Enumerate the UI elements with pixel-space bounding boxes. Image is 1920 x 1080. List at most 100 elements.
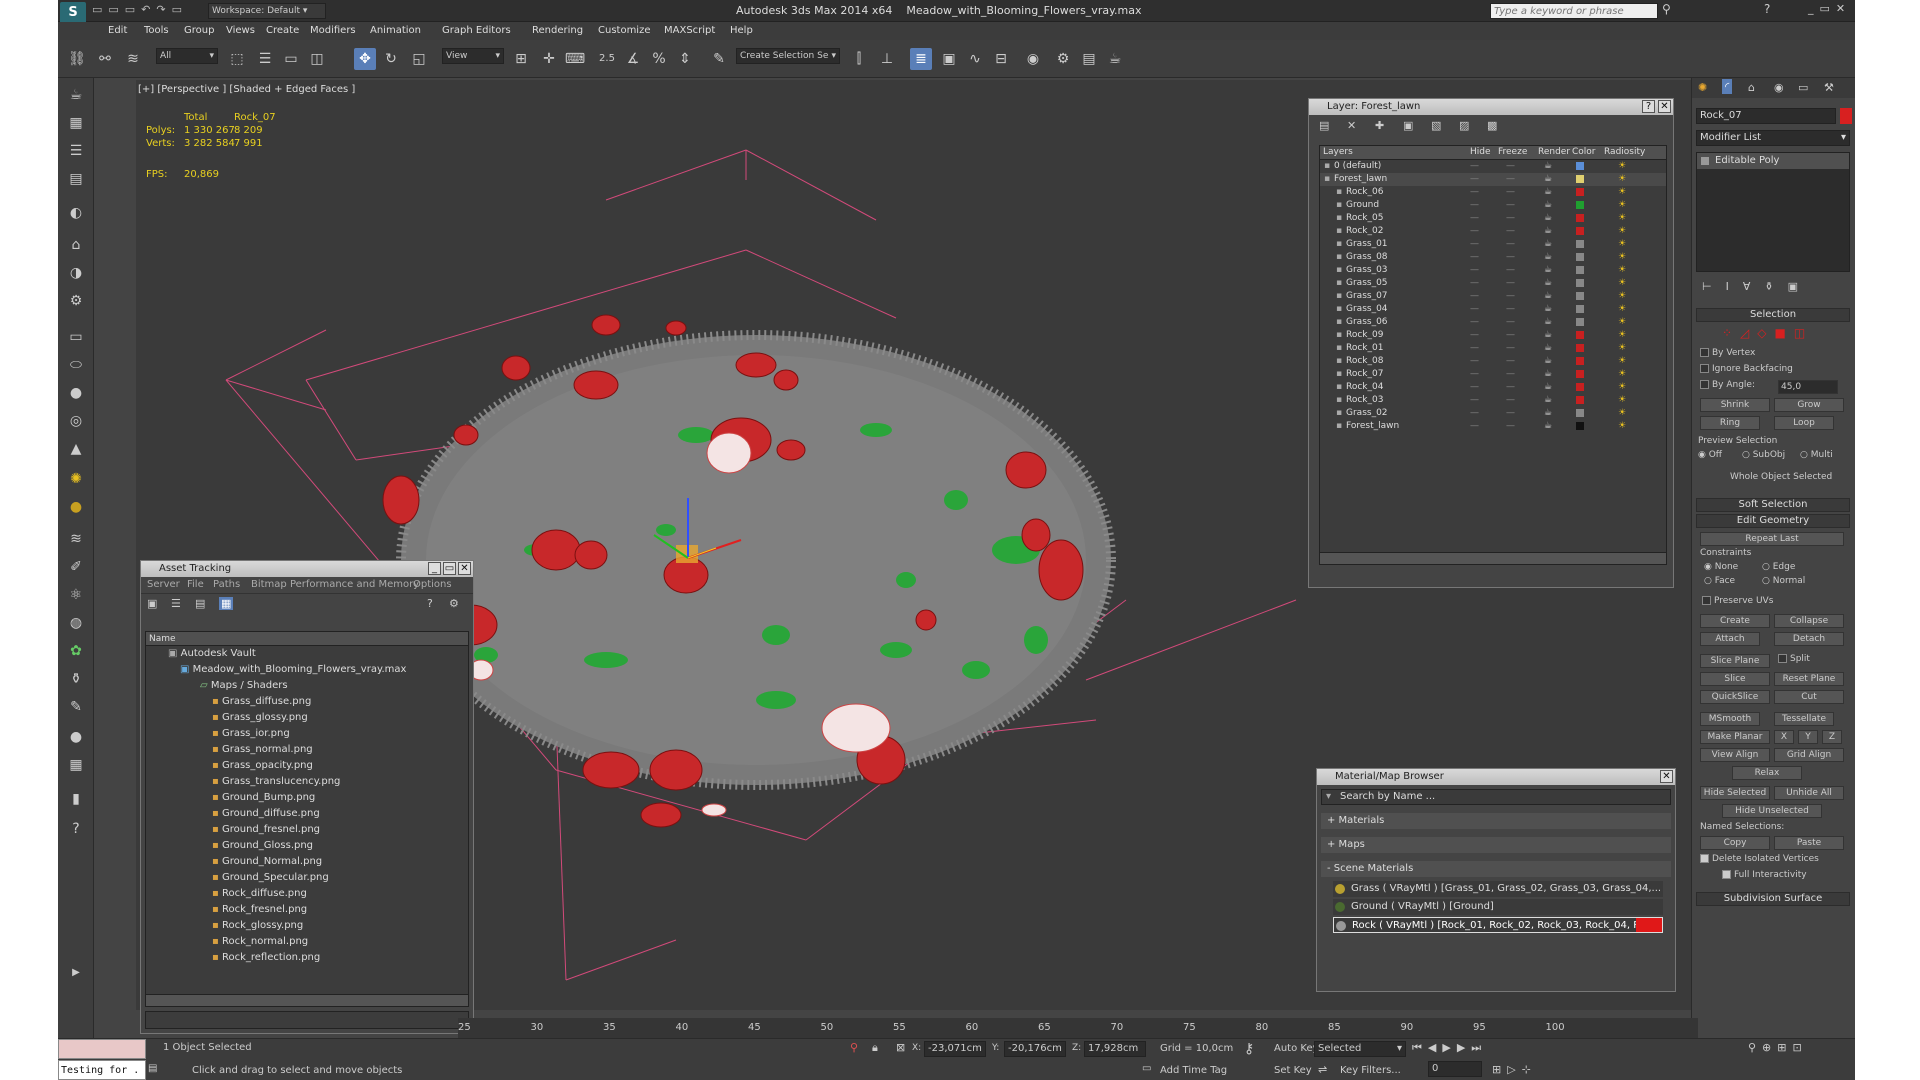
menu-tools[interactable]: Tools (144, 25, 169, 36)
layer-row[interactable]: ▪ Grass_01 — — ☕︎ ☀︎ (1320, 238, 1666, 251)
sphere-icon[interactable]: ⬭ (65, 354, 87, 376)
move-icon[interactable]: ✥ (354, 48, 376, 70)
asset-file-row[interactable]: ▪ Rock_reflection.png (146, 950, 468, 966)
layer-freeze-toggle[interactable]: — (1506, 238, 1515, 251)
layer-color-swatch[interactable] (1576, 357, 1584, 365)
preview-off-radio[interactable]: ◉ Off (1698, 450, 1722, 460)
render-teapot-icon[interactable]: ☕︎ (1544, 251, 1552, 264)
timeline-ruler[interactable]: 25 30 35 40 45 50 55 60 65 70 75 80 85 90 95 100 (458, 1018, 1698, 1038)
bind-space-warp-icon[interactable]: ≋ (122, 48, 144, 70)
radiosity-icon[interactable]: ☀︎ (1618, 225, 1626, 238)
y-coord-field[interactable]: -20,176cm (1004, 1041, 1066, 1057)
make-planar-button[interactable]: Make Planar (1700, 730, 1770, 744)
search-icon[interactable]: ⚲ (1662, 2, 1671, 16)
cut-button[interactable]: Cut (1774, 690, 1844, 704)
layer-hide-toggle[interactable]: — (1470, 212, 1479, 225)
asset-file-row[interactable]: ▪ Ground_diffuse.png (146, 806, 468, 822)
geosphere-icon[interactable]: ◎ (65, 410, 87, 432)
render-teapot-icon[interactable]: ☕︎ (1544, 303, 1552, 316)
object-color-swatch[interactable] (1840, 108, 1852, 124)
radiosity-icon[interactable]: ☀︎ (1618, 212, 1626, 225)
menu-help[interactable]: Help (730, 25, 753, 36)
menu-modifiers[interactable]: Modifiers (310, 25, 356, 36)
layer-hide-toggle[interactable]: — (1470, 264, 1479, 277)
radiosity-icon[interactable]: ☀︎ (1618, 160, 1626, 173)
asset-menu-file[interactable]: File (187, 579, 204, 590)
full-interactivity-check[interactable]: Full Interactivity (1722, 870, 1807, 880)
soft-selection-rollout[interactable]: Soft Selection (1696, 498, 1850, 512)
material-item-ground[interactable]: Ground ( VRayMtl ) [Ground] (1333, 899, 1663, 915)
calendar-icon[interactable]: ▤ (65, 168, 87, 190)
attach-button[interactable]: Attach (1700, 632, 1760, 646)
asset-maps-row[interactable]: ▱ Maps / Shaders (146, 678, 468, 694)
layer-panel-title[interactable]: Layer: Forest_lawn ? ✕ (1309, 99, 1673, 115)
asset-file-row[interactable]: ▪ Ground_Bump.png (146, 790, 468, 806)
select-layer-icon[interactable]: ▣ (1403, 119, 1413, 132)
asset-col-name[interactable]: Name (146, 632, 468, 646)
render-teapot-icon[interactable]: ☕︎ (1544, 407, 1552, 420)
ignore-backfacing-check[interactable]: Ignore Backfacing (1700, 364, 1793, 374)
table-view-icon[interactable]: ▦ (219, 597, 234, 610)
asset-file-row[interactable]: ▪ Grass_normal.png (146, 742, 468, 758)
highlight-layer-icon[interactable]: ▧ (1431, 119, 1441, 132)
render-teapot-icon[interactable]: ☕︎ (1544, 225, 1552, 238)
col-render[interactable]: Render (1538, 147, 1570, 157)
set-key-button[interactable]: Set Key (1274, 1065, 1312, 1076)
viewport-label[interactable]: [+] [Perspective ] [Shaded + Edged Faces… (138, 84, 355, 95)
asset-close-icon[interactable]: ✕ (458, 562, 471, 575)
layer-freeze-toggle[interactable]: — (1506, 394, 1515, 407)
split-check[interactable]: Split (1778, 654, 1810, 664)
radiosity-icon[interactable]: ☀︎ (1618, 420, 1626, 433)
render-teapot-icon[interactable]: ☕︎ (1544, 329, 1552, 342)
selection-set-dropdown[interactable]: Selected ▾ (1314, 1041, 1406, 1057)
asset-vault-row[interactable]: ▣ Autodesk Vault (146, 646, 468, 662)
layer-row[interactable]: ▪ Grass_07 — — ☕︎ ☀︎ (1320, 290, 1666, 303)
slice-button[interactable]: Slice (1700, 672, 1770, 686)
layer-color-swatch[interactable] (1576, 422, 1584, 430)
layer-color-swatch[interactable] (1576, 175, 1584, 183)
layer-hide-toggle[interactable]: — (1470, 342, 1479, 355)
layer-row[interactable]: ▪ Grass_06 — — ☕︎ ☀︎ (1320, 316, 1666, 329)
detach-button[interactable]: Detach (1774, 632, 1844, 646)
asset-maximize-icon[interactable]: ▭ (443, 562, 456, 575)
render-teapot-icon[interactable]: ☕︎ (1544, 199, 1552, 212)
asset-file-row[interactable]: ▪ Rock_diffuse.png (146, 886, 468, 902)
radiosity-icon[interactable]: ☀︎ (1618, 355, 1626, 368)
delete-layer-icon[interactable]: ✕ (1347, 119, 1356, 132)
teapot-icon[interactable]: ☕ (65, 84, 87, 106)
help-icon[interactable]: ? (1764, 2, 1770, 16)
schematic-view-icon[interactable]: ⊟ (990, 48, 1012, 70)
hide-unselected-button[interactable]: Hide Unselected (1722, 804, 1822, 818)
radiosity-icon[interactable]: ☀︎ (1618, 199, 1626, 212)
calc-icon[interactable]: ▦ (65, 754, 87, 776)
layer-hide-toggle[interactable]: — (1470, 173, 1479, 186)
asset-file-row[interactable]: ▪ Ground_Normal.png (146, 854, 468, 870)
layer-color-swatch[interactable] (1576, 201, 1584, 209)
layer-hide-toggle[interactable]: — (1470, 368, 1479, 381)
key-filters-button[interactable]: Key Filters... (1340, 1065, 1401, 1076)
quickslice-button[interactable]: QuickSlice (1700, 690, 1770, 704)
layer-freeze-toggle[interactable]: — (1506, 199, 1515, 212)
msmooth-button[interactable]: MSmooth (1700, 712, 1760, 726)
constraint-edge-radio[interactable]: ○ Edge (1762, 562, 1795, 572)
layer-row[interactable]: ▪ Rock_07 — — ☕︎ ☀︎ (1320, 368, 1666, 381)
physics-icon[interactable]: ⚛ (65, 584, 87, 606)
render-teapot-icon[interactable]: ☕︎ (1544, 368, 1552, 381)
copy-button[interactable]: Copy (1700, 836, 1770, 850)
layer-freeze-toggle[interactable]: — (1506, 329, 1515, 342)
layer-row[interactable]: ▪ Forest_lawn — — ☕︎ ☀︎ (1320, 420, 1666, 433)
layer-row[interactable]: ▪ Rock_08 — — ☕︎ ☀︎ (1320, 355, 1666, 368)
layer-color-swatch[interactable] (1576, 253, 1584, 261)
rendered-frame-icon[interactable]: ▤ (1078, 48, 1100, 70)
align-icon[interactable]: ⊥ (876, 48, 898, 70)
radiosity-icon[interactable]: ☀︎ (1618, 381, 1626, 394)
create-button[interactable]: Create (1700, 614, 1770, 628)
asset-panel-title[interactable]: Asset Tracking _ ▭ ✕ (141, 561, 473, 577)
layer-freeze-toggle[interactable]: — (1506, 277, 1515, 290)
x-coord-field[interactable]: -23,071cm (924, 1041, 986, 1057)
layer-hide-toggle[interactable]: — (1470, 381, 1479, 394)
hierarchy-tab-icon[interactable]: ⌂ (1748, 81, 1755, 94)
layer-row[interactable]: ▪ Grass_05 — — ☕︎ ☀︎ (1320, 277, 1666, 290)
layer-color-swatch[interactable] (1576, 292, 1584, 300)
menu-graph-editors[interactable]: Graph Editors (442, 25, 511, 36)
